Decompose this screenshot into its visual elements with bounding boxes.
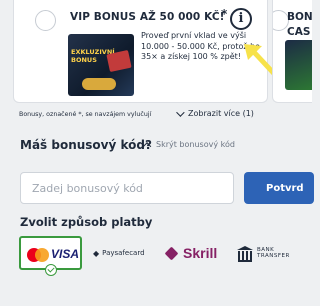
payment-option-paysafecard[interactable]: ◆ Paysafecard [93,236,145,270]
bonus-title: VIP BONUS AŽ 50 000 KČ! [70,11,225,23]
bank-icon [237,246,253,262]
payment-methods: VISA ◆ Paysafecard Skrill BANK TRANSFER [0,234,306,276]
chips-graphic [82,78,116,90]
payment-heading: Zvolit způsob platby [20,215,153,229]
show-more-label: Zobrazit více (1) [188,109,254,118]
bonus-star: * [221,7,228,21]
show-more-link[interactable]: Zobrazit více (1) [176,107,254,118]
bonus-image: EXKLUZIVNÍ BONUS [68,34,134,96]
mastercard-icon [27,248,49,262]
cards-graphic [106,49,132,73]
hide-promo-toggle[interactable]: Skrýt bonusový kód [142,140,235,151]
confirm-promo-button[interactable]: Potvrd [244,172,314,204]
bank-label-line1: BANK [257,246,275,253]
bonus-radio[interactable] [35,10,56,31]
visa-label: VISA [51,247,80,261]
chevron-down-icon [176,107,185,117]
hide-promo-label: Skrýt bonusový kód [156,140,235,149]
info-icon[interactable]: i [230,8,252,30]
paysafecard-label: Paysafecard [102,249,145,257]
payment-option-skrill[interactable]: Skrill [164,236,218,270]
promo-heading: Máš bonusový kód? [20,138,152,152]
bank-label-line2: TRANSFER [257,253,290,259]
chevron-up-icon [142,141,152,151]
next-card-image [285,40,312,90]
bank-transfer-label: BANK TRANSFER [257,247,290,260]
skrill-label: Skrill [183,245,218,261]
bonus-card-vip[interactable]: VIP BONUS AŽ 50 000 KČ! * i EXKLUZIVNÍ B… [13,0,268,103]
paysafecard-icon: ◆ [93,248,100,258]
bonus-exclusive-note: Bonusy, označené *, se navzájem vylučují [19,111,152,118]
next-card-title-line1: BON [287,11,312,23]
payment-option-bank-transfer[interactable]: BANK TRANSFER [237,236,290,270]
promo-code-input[interactable] [20,172,234,204]
next-card-title-line2: CAS [287,26,311,38]
payment-option-visa[interactable]: VISA [19,236,82,276]
bonus-card-next[interactable]: BON CAS [272,0,312,103]
skrill-icon [164,246,179,260]
checkmark-icon [45,264,57,276]
